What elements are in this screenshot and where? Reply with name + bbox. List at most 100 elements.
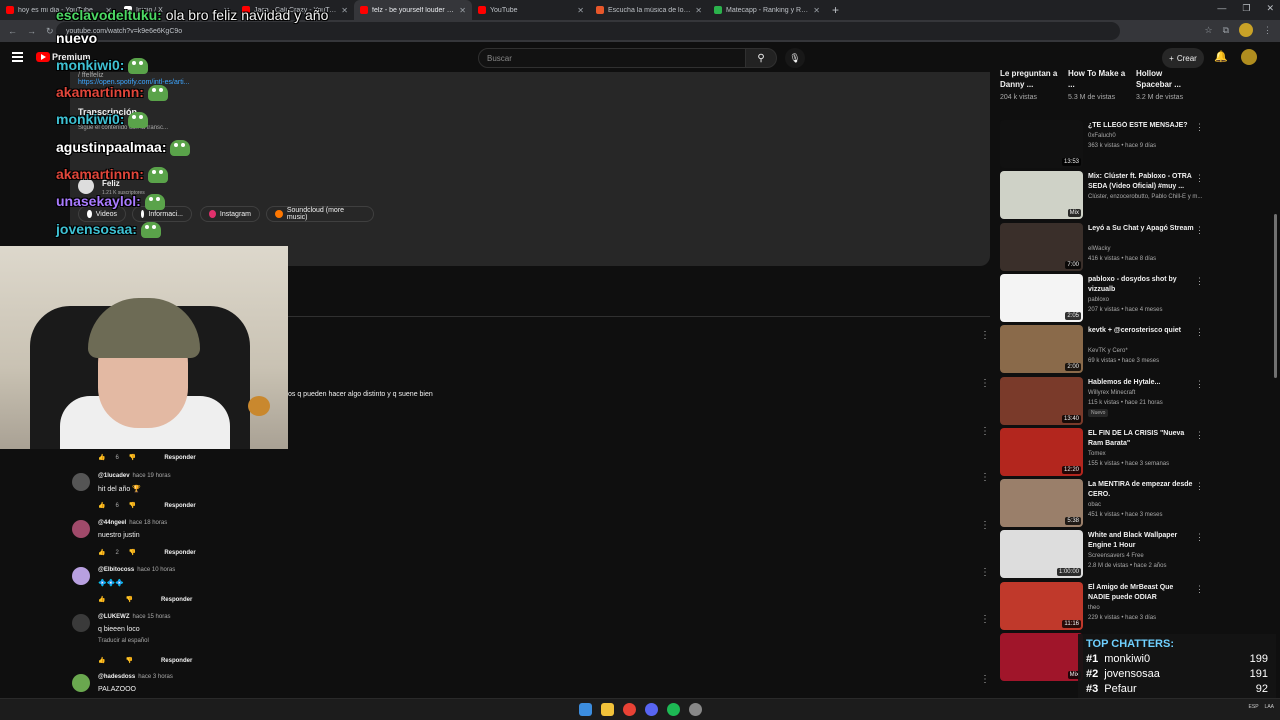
spotify-icon[interactable] (667, 703, 680, 716)
comment-menu-icon[interactable]: ⋮ (980, 330, 990, 341)
related-top-item[interactable]: How To Make a ... 5.3 M de vistas (1068, 68, 1128, 103)
video-channel[interactable]: KevTK y Cero* (1088, 348, 1128, 354)
browser-tab[interactable]: Escucha la música de lolowtf | ✕ (590, 0, 708, 20)
like-icon[interactable]: 👍 (98, 454, 105, 461)
account-avatar[interactable] (1241, 49, 1257, 65)
video-channel[interactable]: Clúster, enzocerobutto, Pablo Chill-E y … (1088, 194, 1202, 200)
video-menu-icon[interactable]: ⋮ (1195, 379, 1204, 390)
comment-menu-icon[interactable]: ⋮ (980, 567, 990, 578)
comment-menu-icon[interactable]: ⋮ (980, 426, 990, 437)
video-channel[interactable]: obac (1088, 502, 1101, 508)
video-thumbnail[interactable]: Mix (1000, 171, 1083, 220)
reply-button[interactable]: Responder (161, 658, 192, 664)
video-menu-icon[interactable]: ⋮ (1195, 532, 1204, 543)
browser-tab[interactable]: Matecapp - Ranking y Racha d ✕ (708, 0, 826, 20)
video-title[interactable]: Hablemos de Hytale... (1088, 378, 1194, 388)
video-menu-icon[interactable]: ⋮ (1195, 276, 1204, 287)
video-menu-icon[interactable]: ⋮ (1195, 225, 1204, 236)
browser-tab[interactable]: YouTube ✕ (472, 0, 590, 20)
video-title[interactable]: Mix: Clúster ft. Pabloxo - OTRA SEDA (Vi… (1088, 172, 1194, 192)
related-video-item[interactable]: 13:53 ¿TE LLEGÓ ESTE MENSAJE? 0xFaluch0 363… (1000, 120, 1204, 170)
back-icon[interactable]: ← (8, 26, 17, 36)
commenter-name[interactable]: @LUKEWZ (98, 614, 130, 620)
browser-menu-icon[interactable]: ⋮ (1263, 25, 1272, 36)
commenter-name[interactable]: @hadesdoss (98, 674, 135, 680)
video-menu-icon[interactable]: ⋮ (1195, 173, 1204, 184)
dislike-icon[interactable]: 👎 (125, 596, 132, 603)
comment-menu-icon[interactable]: ⋮ (980, 378, 990, 389)
related-video-item[interactable]: 13:40 Hablemos de Hytale... Willyrex Minec… (1000, 376, 1204, 427)
restore-icon[interactable]: ❐ (1242, 3, 1250, 14)
video-title[interactable]: White and Black Wallpaper Engine 1 Hour (1088, 531, 1194, 551)
comment-menu-icon[interactable]: ⋮ (980, 520, 990, 531)
video-menu-icon[interactable]: ⋮ (1195, 481, 1204, 492)
reload-icon[interactable]: ↻ (46, 26, 54, 37)
create-button[interactable]: + Crear (1162, 48, 1204, 68)
tab-close-icon[interactable]: ✕ (577, 6, 584, 15)
video-menu-icon[interactable]: ⋮ (1195, 122, 1204, 133)
page-scrollbar[interactable] (1274, 214, 1277, 378)
commenter-avatar[interactable] (72, 674, 90, 692)
video-channel[interactable]: Tomex (1088, 451, 1106, 457)
tab-close-icon[interactable]: ✕ (813, 6, 820, 15)
comment-time[interactable]: hace 19 horas (133, 473, 171, 479)
related-video-item[interactable]: 5:38 La MENTIRA de empezar desde CERO. oba… (1000, 479, 1204, 529)
minimize-icon[interactable]: — (1217, 3, 1226, 14)
like-icon[interactable]: 👍 (98, 549, 105, 556)
obs-icon[interactable] (689, 703, 702, 716)
file-explorer-icon[interactable] (601, 703, 614, 716)
reply-button[interactable]: Responder (164, 550, 195, 556)
forward-icon[interactable]: → (27, 26, 36, 36)
voice-search-button[interactable]: 🎙 (785, 48, 805, 68)
comment-time[interactable]: hace 3 horas (138, 674, 173, 680)
tab-close-icon[interactable]: ✕ (459, 6, 466, 15)
video-channel[interactable]: 0xFaluch0 (1088, 133, 1116, 139)
video-title[interactable]: ¿TE LLEGÓ ESTE MENSAJE? (1088, 121, 1194, 131)
tab-close-icon[interactable]: ✕ (695, 6, 702, 15)
search-button[interactable]: ⚲ (745, 48, 777, 68)
new-tab-button[interactable]: + (826, 3, 845, 17)
video-channel[interactable]: Willyrex Minecraft (1088, 390, 1135, 396)
channel-link-chip[interactable]: Instagram (200, 206, 260, 222)
close-window-icon[interactable]: ✕ (1266, 3, 1274, 14)
related-video-item[interactable]: 1:00:00 White and Black Wallpaper Engine … (1000, 530, 1204, 580)
commenter-avatar[interactable] (72, 567, 90, 585)
address-bar[interactable]: youtube.com/watch?v=k9e6e6KgC9o (56, 22, 1120, 40)
video-thumbnail[interactable]: 7:00 (1000, 222, 1083, 271)
video-thumbnail[interactable]: 1:00:00 (1000, 530, 1083, 579)
extensions-icon[interactable]: ⧉ (1223, 25, 1229, 36)
comment-menu-icon[interactable]: ⋮ (980, 472, 990, 483)
browser-tab[interactable]: felz - be yourself louder (video ✕ (354, 0, 472, 20)
video-title[interactable]: La MENTIRA de empezar desde CERO. (1088, 480, 1194, 500)
video-channel[interactable]: pabloxo (1088, 297, 1109, 303)
like-icon[interactable]: 👍 (98, 657, 105, 664)
video-thumbnail[interactable]: 11:16 (1000, 581, 1083, 630)
bookmark-star-icon[interactable]: ☆ (1204, 25, 1212, 36)
reply-button[interactable]: Responder (164, 503, 195, 509)
like-icon[interactable]: 👍 (98, 502, 105, 509)
reply-button[interactable]: Responder (164, 455, 195, 461)
comment-time[interactable]: hace 10 horas (137, 567, 175, 573)
commenter-name[interactable]: @1lucadev (98, 473, 130, 479)
dislike-icon[interactable]: 👎 (125, 657, 132, 664)
video-menu-icon[interactable]: ⋮ (1195, 584, 1204, 595)
commenter-avatar[interactable] (72, 520, 90, 538)
video-thumbnail[interactable]: 12:20 (1000, 427, 1083, 476)
reply-button[interactable]: Responder (161, 597, 192, 603)
dislike-icon[interactable]: 👎 (129, 549, 136, 556)
video-thumbnail[interactable]: 2:05 (1000, 273, 1083, 322)
like-icon[interactable]: 👍 (98, 596, 105, 603)
comment-menu-icon[interactable]: ⋮ (980, 674, 990, 685)
related-top-item[interactable]: Le preguntan a Danny ... 204 k vistas (1000, 68, 1060, 103)
windows-start-icon[interactable] (579, 703, 592, 716)
video-channel[interactable]: elWacky (1088, 246, 1110, 252)
video-menu-icon[interactable]: ⋮ (1195, 327, 1204, 338)
chrome-icon[interactable] (623, 703, 636, 716)
comment-time[interactable]: hace 15 horas (133, 614, 171, 620)
video-title[interactable]: Leyó a Su Chat y Apagó Stream (1088, 224, 1194, 234)
video-title[interactable]: pabloxo - dosydos shot by vizzualb (1088, 275, 1194, 295)
profile-avatar[interactable] (1239, 23, 1253, 37)
comment-menu-icon[interactable]: ⋮ (980, 614, 990, 625)
commenter-name[interactable]: @44ngeel (98, 520, 126, 526)
commenter-name[interactable]: @Elbitocoss (98, 567, 134, 573)
